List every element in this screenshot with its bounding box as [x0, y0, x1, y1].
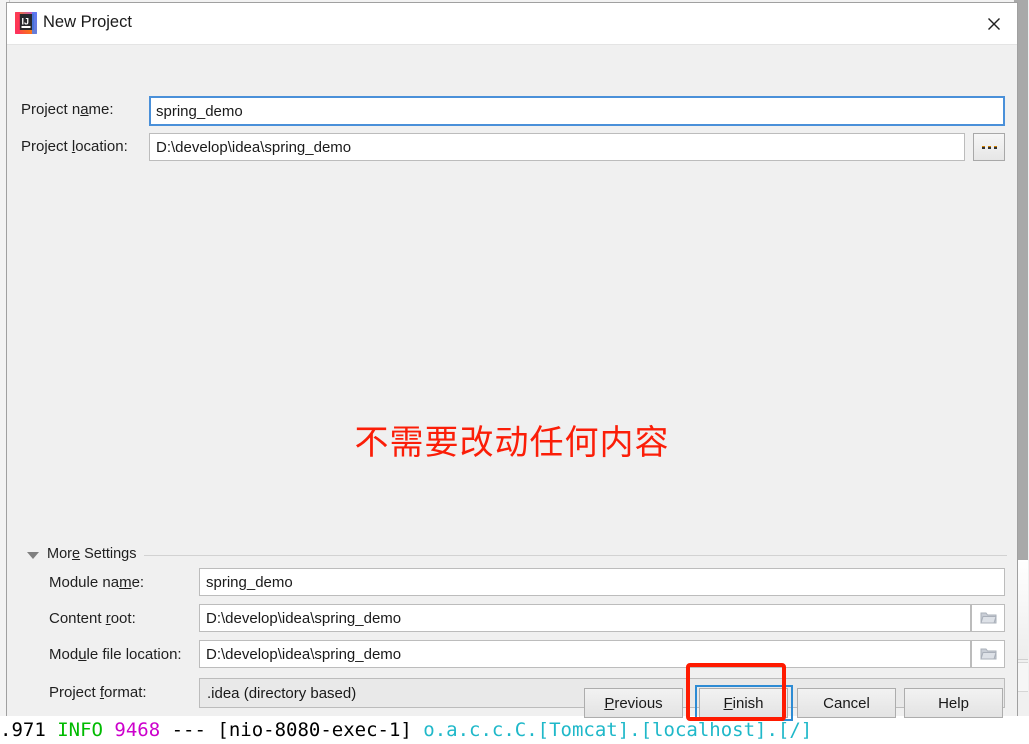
- console-segment-4: [nio-8080-exec-1]: [217, 719, 424, 741]
- console-segment-5: o.a.c.c.C.[Tomcat].[localhost].[/]: [423, 719, 813, 741]
- more-settings-label: More Settings: [47, 546, 137, 562]
- console-segment-2: 9468: [114, 719, 172, 741]
- console-segment-1: INFO: [57, 719, 115, 741]
- module-name-label: Module name:: [49, 574, 145, 591]
- project-location-input[interactable]: D:\develop\idea\spring_demo: [149, 133, 965, 161]
- console-log-line: .971 INFO 9468 --- [nio-8080-exec-1] o.a…: [0, 716, 1029, 744]
- project-location-browse-button[interactable]: [973, 133, 1005, 161]
- dialog-body: Project name: spring_demo Project locati…: [7, 45, 1017, 716]
- more-settings-header[interactable]: More Settings: [27, 543, 1007, 565]
- close-icon[interactable]: [971, 3, 1017, 44]
- module-file-location-label: Module file location:: [49, 646, 182, 663]
- project-format-value: .idea (directory based): [207, 684, 357, 702]
- content-root-label: Content root:: [49, 610, 136, 627]
- console-segment-3: ---: [171, 719, 218, 741]
- module-name-input[interactable]: spring_demo: [199, 568, 1005, 596]
- section-divider: [144, 554, 1007, 556]
- triangle-down-icon[interactable]: [27, 551, 39, 559]
- ellipsis-icon: [981, 145, 997, 149]
- content-root-browse-button[interactable]: [971, 604, 1005, 632]
- project-location-label: Project location:: [21, 138, 128, 155]
- module-file-location-input[interactable]: D:\develop\idea\spring_demo: [199, 640, 971, 668]
- cancel-button[interactable]: Cancel: [797, 688, 896, 718]
- intellij-idea-icon: IJ: [15, 12, 37, 34]
- project-name-input[interactable]: spring_demo: [149, 96, 1005, 126]
- new-project-dialog: IJ New Project Project name: spring_demo…: [6, 2, 1018, 721]
- dialog-title: New Project: [43, 13, 132, 31]
- finish-button[interactable]: Finish: [699, 688, 788, 718]
- dialog-titlebar: IJ New Project: [7, 3, 1017, 45]
- folder-icon: [979, 612, 997, 624]
- svg-text:IJ: IJ: [22, 17, 30, 27]
- project-name-label: Project name:: [21, 101, 114, 118]
- annotation-text: 不需要改动任何内容: [354, 423, 670, 463]
- content-root-input[interactable]: D:\develop\idea\spring_demo: [199, 604, 971, 632]
- previous-button[interactable]: Previous: [584, 688, 683, 718]
- project-format-label: Project format:: [49, 684, 147, 701]
- folder-icon: [979, 648, 997, 660]
- console-segment-0: .971: [0, 719, 58, 741]
- module-file-location-browse-button[interactable]: [971, 640, 1005, 668]
- help-button[interactable]: Help: [904, 688, 1003, 718]
